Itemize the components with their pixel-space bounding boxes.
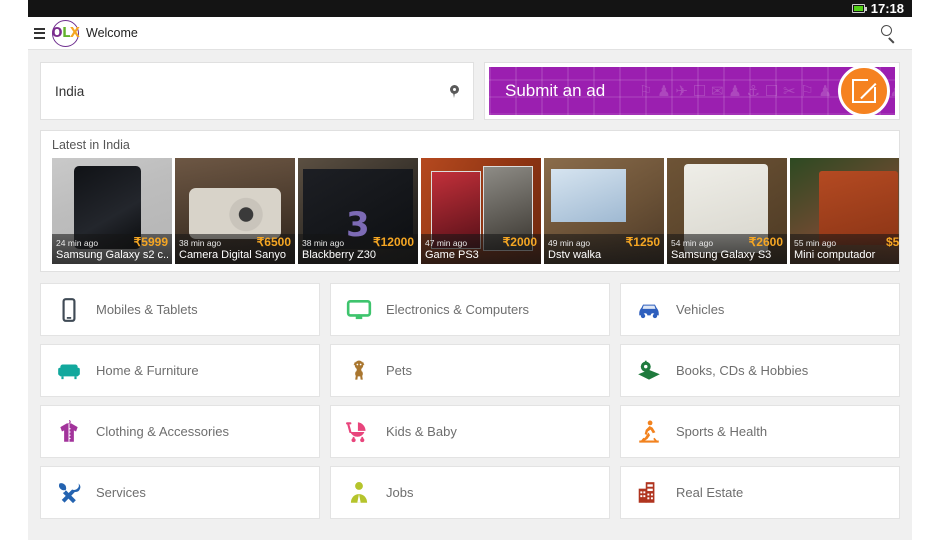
category-grid: Mobiles & Tablets Electronics & Computers… — [40, 283, 900, 519]
category-item-mobiles-tablets[interactable]: Mobiles & Tablets — [40, 283, 320, 336]
location-pin-icon — [450, 84, 459, 98]
hamburger-menu-icon[interactable] — [34, 27, 45, 39]
category-item-clothing-accessories[interactable]: Clothing & Accessories — [40, 405, 320, 458]
status-bar: 17:18 — [28, 0, 912, 17]
sofa-icon — [55, 357, 83, 385]
listing-meta: 38 min ago ₹6500 Camera Digital Sanyo — [175, 234, 295, 264]
listing-price: $50 — [885, 235, 900, 249]
listing-card[interactable]: 55 min ago $50 Mini computador — [790, 158, 900, 264]
dog-icon — [345, 357, 373, 385]
category-item-books-cds-hobbies[interactable]: Books, CDs & Hobbies — [620, 344, 900, 397]
listing-price: ₹5999 — [133, 235, 168, 249]
runner-icon — [635, 418, 663, 446]
latest-listings-title: Latest in India — [52, 138, 130, 152]
category-item-vehicles[interactable]: Vehicles — [620, 283, 900, 336]
listing-title: Blackberry Z30 — [302, 249, 376, 261]
listing-price: ₹1250 — [625, 235, 660, 249]
listing-time-ago: 38 min ago — [179, 238, 222, 248]
mobile-phone-icon — [55, 296, 83, 324]
category-label: Services — [96, 485, 146, 500]
listing-meta: 24 min ago ₹5999 Samsung Galaxy s2 c... — [52, 234, 172, 264]
listing-card[interactable]: 3 38 min ago ₹12000 Blackberry Z30 — [298, 158, 418, 264]
logo-letter-x: X — [69, 25, 80, 41]
listing-time-ago: 49 min ago — [548, 238, 591, 248]
category-item-sports-health[interactable]: Sports & Health — [620, 405, 900, 458]
category-label: Kids & Baby — [386, 424, 457, 439]
category-label: Mobiles & Tablets — [96, 302, 198, 317]
location-selector[interactable]: India — [40, 62, 474, 120]
compose-edit-icon[interactable] — [838, 65, 890, 117]
latest-listings-strip[interactable]: 24 min ago ₹5999 Samsung Galaxy s2 c... 38 … — [52, 158, 899, 264]
category-label: Pets — [386, 363, 413, 378]
stroller-icon — [345, 418, 373, 446]
listing-meta: 49 min ago ₹1250 Dstv walka — [544, 234, 664, 264]
category-item-jobs[interactable]: Jobs — [330, 466, 610, 519]
top-row: India ⚐ ♟ ✈ ☐ ✉ ♟ ⚓ ☐ ✂ ⚐ ♟ ✈ ☐ ✉ ♟ ⚓ ☐ … — [40, 62, 900, 120]
category-label: Sports & Health — [676, 424, 768, 439]
listing-title: Samsung Galaxy s2 c... — [56, 249, 168, 261]
category-item-electronics-computers[interactable]: Electronics & Computers — [330, 283, 610, 336]
listing-price: ₹2000 — [502, 235, 537, 249]
device-viewport: 17:18 OLX Welcome India ⚐ ♟ ✈ ☐ ✉ ♟ ⚓ ☐ … — [28, 0, 912, 540]
buildings-icon — [635, 479, 663, 507]
shirt-icon — [55, 418, 83, 446]
category-label: Real Estate — [676, 485, 744, 500]
main-content: India ⚐ ♟ ✈ ☐ ✉ ♟ ⚓ ☐ ✂ ⚐ ♟ ✈ ☐ ✉ ♟ ⚓ ☐ … — [28, 50, 912, 540]
category-label: Clothing & Accessories — [96, 424, 229, 439]
logo-letters: OLX — [50, 18, 81, 49]
listing-price: ₹2600 — [748, 235, 783, 249]
listing-time-ago: 54 min ago — [671, 238, 714, 248]
olx-logo[interactable]: OLX — [50, 18, 81, 49]
category-label: Jobs — [386, 485, 414, 500]
app-screen: 17:18 OLX Welcome India ⚐ ♟ ✈ ☐ ✉ ♟ ⚓ ☐ … — [0, 0, 940, 540]
submit-ad-button[interactable]: ⚐ ♟ ✈ ☐ ✉ ♟ ⚓ ☐ ✂ ⚐ ♟ ✈ ☐ ✉ ♟ ⚓ ☐ ✂ Subm… — [484, 62, 900, 120]
listing-price: ₹12000 — [372, 235, 414, 249]
action-bar: OLX Welcome — [28, 17, 912, 50]
listing-time-ago: 47 min ago — [425, 238, 468, 248]
category-item-services[interactable]: Services — [40, 466, 320, 519]
listing-title: Camera Digital Sanyo — [179, 249, 286, 261]
listing-card[interactable]: 49 min ago ₹1250 Dstv walka — [544, 158, 664, 264]
category-item-pets[interactable]: Pets — [330, 344, 610, 397]
tools-icon — [55, 479, 83, 507]
listing-time-ago: 24 min ago — [56, 238, 99, 248]
submit-ad-label: Submit an ad — [505, 81, 606, 100]
category-label: Vehicles — [676, 302, 725, 317]
listing-time-ago: 38 min ago — [302, 238, 345, 248]
listing-title: Mini computador — [794, 249, 876, 261]
listing-meta: 54 min ago ₹2600 Samsung Galaxy S3 — [667, 234, 787, 264]
category-item-home-furniture[interactable]: Home & Furniture — [40, 344, 320, 397]
listing-card[interactable]: 54 min ago ₹2600 Samsung Galaxy S3 — [667, 158, 787, 264]
search-icon[interactable] — [878, 22, 900, 44]
category-item-real-estate[interactable]: Real Estate — [620, 466, 900, 519]
logo-letter-o: O — [51, 25, 63, 41]
category-item-kids-baby[interactable]: Kids & Baby — [330, 405, 610, 458]
category-label: Electronics & Computers — [386, 302, 530, 317]
location-value: India — [55, 83, 85, 99]
status-bar-clock: 17:18 — [870, 1, 904, 16]
page-title: Welcome — [86, 26, 138, 40]
listing-title: Game PS3 — [425, 249, 479, 261]
logo-letter-l: L — [62, 25, 70, 41]
listing-title: Samsung Galaxy S3 — [671, 249, 772, 261]
category-label: Books, CDs & Hobbies — [676, 363, 809, 378]
listing-price: ₹6500 — [256, 235, 291, 249]
listing-time-ago: 55 min ago — [794, 238, 837, 248]
listing-title: Dstv walka — [548, 249, 602, 261]
book-icon — [635, 357, 663, 385]
latest-listings-section: Latest in India 24 min ago ₹5999 Samsung G… — [40, 130, 900, 272]
listing-card[interactable]: 24 min ago ₹5999 Samsung Galaxy s2 c... — [52, 158, 172, 264]
category-label: Home & Furniture — [96, 363, 199, 378]
listing-card[interactable]: 38 min ago ₹6500 Camera Digital Sanyo — [175, 158, 295, 264]
listing-meta: 47 min ago ₹2000 Game PS3 — [421, 234, 541, 264]
listing-meta: 55 min ago $50 Mini computador — [790, 234, 900, 264]
listing-card[interactable]: 47 min ago ₹2000 Game PS3 — [421, 158, 541, 264]
monitor-icon — [345, 296, 373, 324]
submit-ad-banner: ⚐ ♟ ✈ ☐ ✉ ♟ ⚓ ☐ ✂ ⚐ ♟ ✈ ☐ ✉ ♟ ⚓ ☐ ✂ Subm… — [489, 67, 895, 115]
car-icon — [635, 296, 663, 324]
person-tie-icon — [345, 479, 373, 507]
battery-icon — [851, 4, 867, 13]
